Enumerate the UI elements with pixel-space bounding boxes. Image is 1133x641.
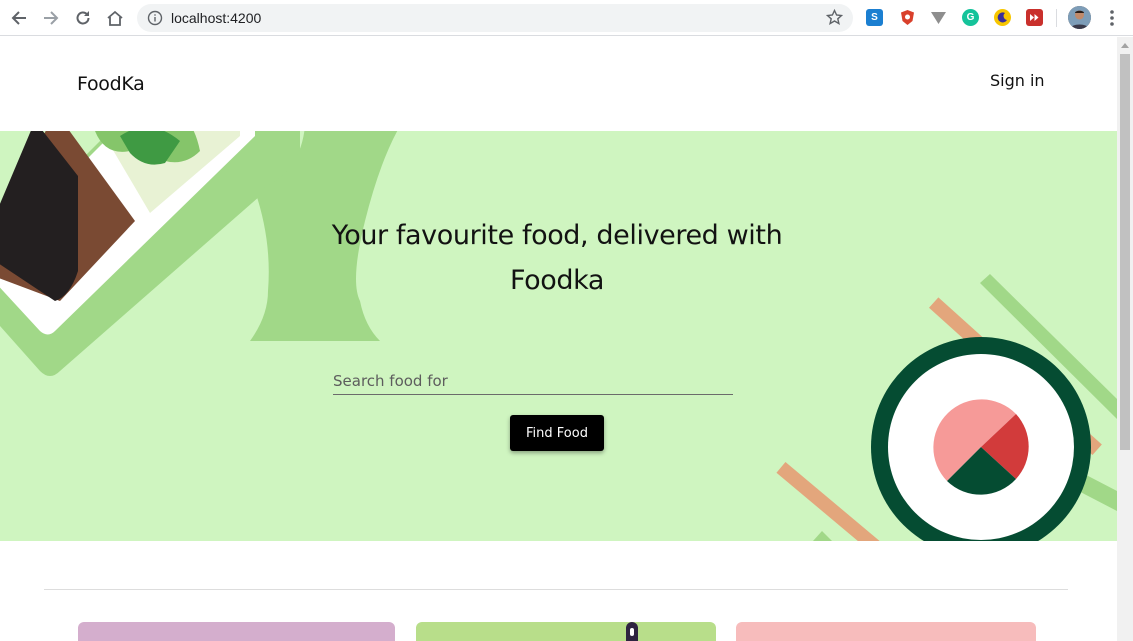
address-bar[interactable]: localhost:4200 [137, 4, 853, 32]
back-icon[interactable] [7, 6, 31, 30]
video-speed-icon[interactable] [1026, 9, 1043, 26]
find-food-button[interactable]: Find Food [510, 415, 604, 451]
bookmark-star-icon[interactable] [825, 8, 844, 31]
home-icon[interactable] [103, 6, 127, 30]
toolbar-divider [1056, 9, 1057, 27]
browser-toolbar: localhost:4200 S G [0, 0, 1133, 36]
food-card-2[interactable] [416, 622, 716, 641]
hero-food-illustration [0, 131, 1117, 541]
vimium-icon[interactable] [930, 9, 947, 26]
sushi-illustration [776, 274, 1117, 541]
food-card-3[interactable] [736, 622, 1036, 641]
address-url: localhost:4200 [171, 10, 262, 26]
sign-in-link[interactable]: Sign in [990, 71, 1045, 90]
brave-shield-icon[interactable] [899, 9, 916, 26]
reload-icon[interactable] [71, 6, 95, 30]
page-content: FoodKa Sign in Your favourite food, deli… [0, 37, 1117, 641]
card-illustration [626, 622, 638, 641]
skype-extension-icon[interactable]: S [866, 9, 883, 26]
crescent-icon[interactable] [994, 9, 1011, 26]
hero-headline: Your favourite food, delivered with Food… [331, 220, 783, 296]
site-info-icon[interactable] [147, 10, 163, 31]
scroll-up-icon[interactable] [1117, 37, 1133, 53]
scroll-thumb[interactable] [1120, 54, 1130, 450]
grammarly-icon[interactable]: G [962, 9, 979, 26]
forward-icon[interactable] [39, 6, 63, 30]
site-logo[interactable]: FoodKa [77, 73, 145, 95]
profile-avatar[interactable] [1068, 6, 1091, 29]
hero-banner: Your favourite food, delivered with Food… [0, 131, 1117, 541]
browser-menu-icon[interactable] [1104, 8, 1120, 28]
section-divider [44, 589, 1068, 590]
page-scrollbar[interactable] [1117, 37, 1133, 641]
search-food-input[interactable] [333, 368, 733, 395]
food-card-1[interactable] [78, 622, 395, 641]
